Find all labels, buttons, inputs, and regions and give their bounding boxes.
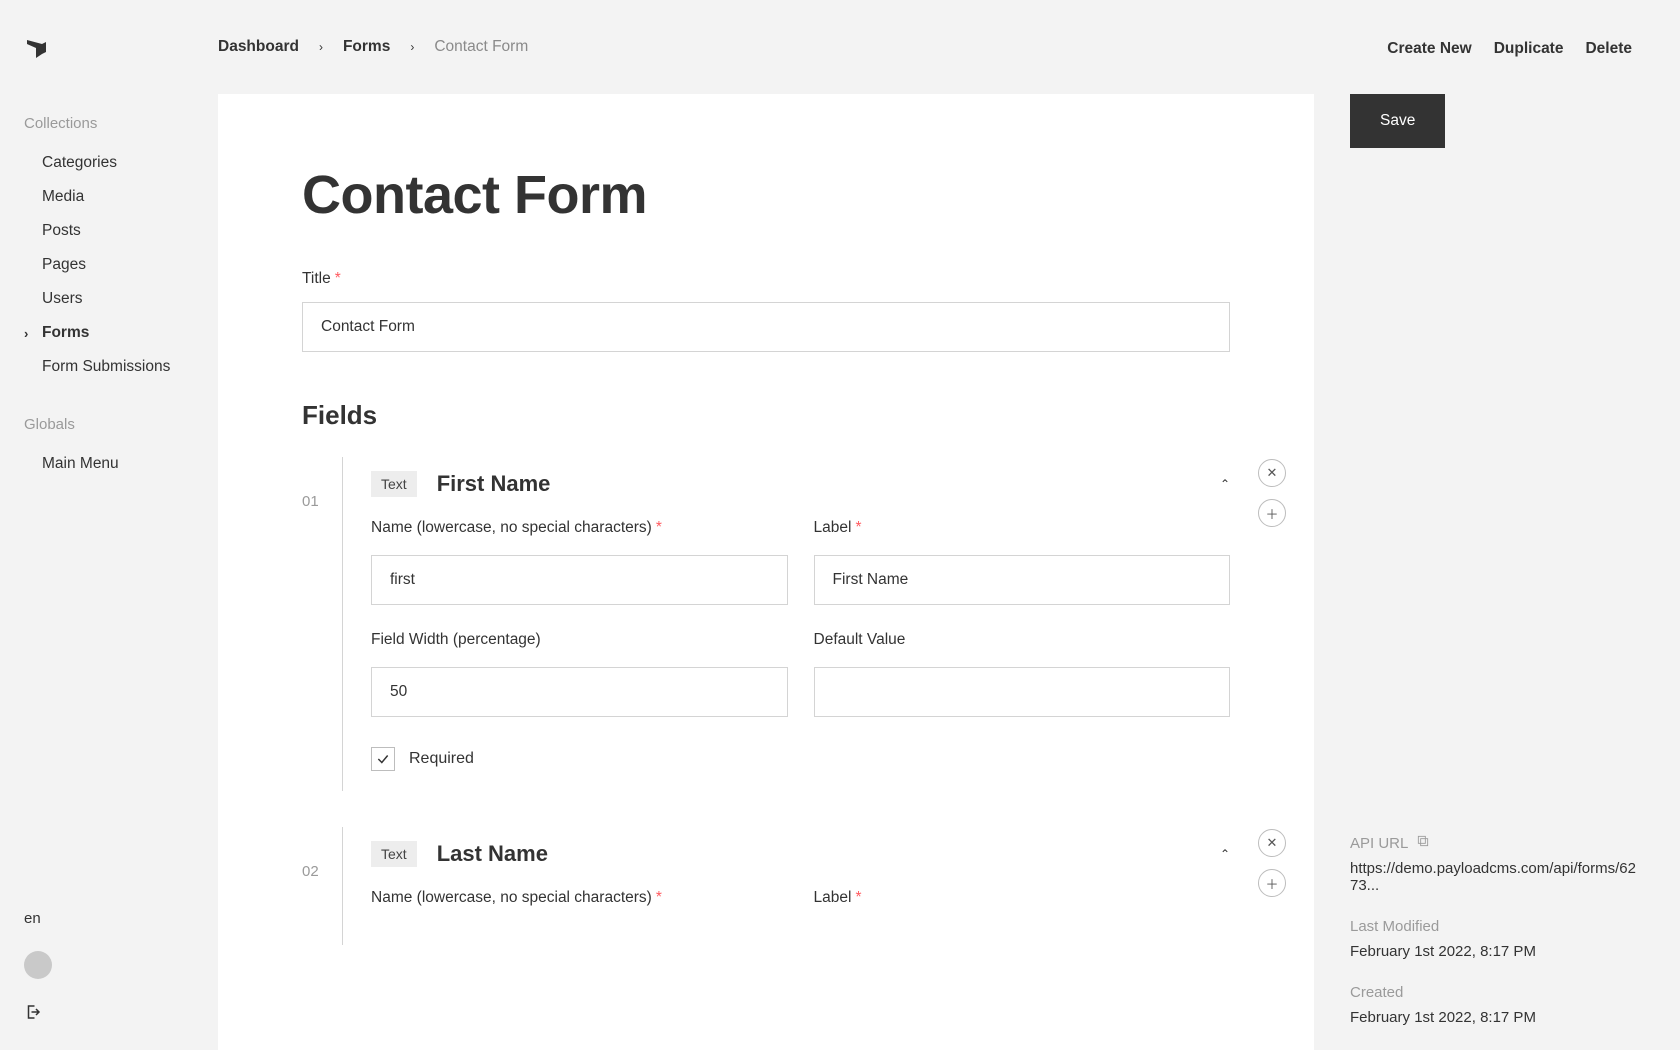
editor-panel: Contact Form Title* Fields 01 ✕ ＋ Text	[218, 94, 1314, 1050]
default-value-input[interactable]	[814, 667, 1231, 717]
sidebar-item-users[interactable]: Users	[24, 282, 194, 316]
sidebar-item-main-menu[interactable]: Main Menu	[24, 447, 194, 481]
breadcrumb-dashboard[interactable]: Dashboard	[218, 38, 299, 56]
field-block-02: 02 ✕ ＋ Text Last Name ⌃	[302, 827, 1230, 945]
block-title: Last Name	[437, 841, 1200, 867]
language-selector[interactable]: en	[24, 910, 194, 927]
api-url-value: https://demo.payloadcms.com/api/forms/62…	[1350, 860, 1644, 894]
name-label: Name (lowercase, no special characters)*	[371, 519, 788, 537]
breadcrumb-current: Contact Form	[434, 38, 528, 56]
breadcrumb-forms[interactable]: Forms	[343, 38, 390, 56]
chevron-right-icon: ›	[24, 326, 38, 341]
label-label: Label*	[814, 519, 1231, 537]
page-title: Contact Form	[302, 164, 1230, 226]
required-checkbox[interactable]	[371, 747, 395, 771]
title-input[interactable]	[302, 302, 1230, 352]
block-type-pill: Text	[371, 471, 417, 497]
label-label: Label*	[814, 889, 1231, 907]
width-label: Field Width (percentage)	[371, 631, 788, 649]
check-icon	[376, 752, 390, 766]
field-block-01: 01 ✕ ＋ Text First Name ⌃	[302, 457, 1230, 791]
collections-heading: Collections	[24, 115, 194, 132]
chevron-right-icon: ›	[410, 40, 414, 54]
required-label: Required	[409, 750, 474, 768]
block-number: 01	[302, 457, 342, 791]
sidebar: Collections Categories Media Posts Pages…	[0, 0, 218, 1050]
sidebar-item-media[interactable]: Media	[24, 180, 194, 214]
sidebar-item-forms[interactable]: ›Forms	[24, 316, 194, 350]
created-value: February 1st 2022, 8:17 PM	[1350, 1009, 1644, 1026]
block-number: 02	[302, 827, 342, 945]
breadcrumb: Dashboard › Forms › Contact Form	[218, 38, 528, 56]
copy-icon[interactable]	[1416, 834, 1430, 852]
fields-heading: Fields	[302, 400, 1230, 431]
block-header[interactable]: Text Last Name ⌃	[371, 841, 1230, 867]
sidebar-item-pages[interactable]: Pages	[24, 248, 194, 282]
block-type-pill: Text	[371, 841, 417, 867]
remove-block-button[interactable]: ✕	[1258, 459, 1286, 487]
globals-heading: Globals	[24, 416, 194, 433]
remove-block-button[interactable]: ✕	[1258, 829, 1286, 857]
name-label: Name (lowercase, no special characters)*	[371, 889, 788, 907]
logout-icon[interactable]	[24, 1003, 194, 1026]
avatar[interactable]	[24, 951, 52, 979]
block-header[interactable]: Text First Name ⌃	[371, 471, 1230, 497]
last-modified-value: February 1st 2022, 8:17 PM	[1350, 943, 1644, 960]
right-rail: Create New Duplicate Delete Save API URL…	[1350, 94, 1680, 1050]
add-block-button[interactable]: ＋	[1258, 499, 1286, 527]
last-modified-label: Last Modified	[1350, 918, 1644, 935]
api-url-label: API URL	[1350, 835, 1408, 852]
block-title: First Name	[437, 471, 1200, 497]
sidebar-item-categories[interactable]: Categories	[24, 146, 194, 180]
title-label: Title*	[302, 270, 1230, 288]
add-block-button[interactable]: ＋	[1258, 869, 1286, 897]
label-input[interactable]	[814, 555, 1231, 605]
save-button[interactable]: Save	[1350, 94, 1445, 148]
default-value-label: Default Value	[814, 631, 1231, 649]
name-input[interactable]	[371, 555, 788, 605]
width-input[interactable]	[371, 667, 788, 717]
created-label: Created	[1350, 984, 1644, 1001]
chevron-up-icon: ⌃	[1220, 477, 1230, 491]
sidebar-item-posts[interactable]: Posts	[24, 214, 194, 248]
chevron-right-icon: ›	[319, 40, 323, 54]
logo-icon[interactable]	[24, 38, 194, 67]
sidebar-item-form-submissions[interactable]: Form Submissions	[24, 350, 194, 384]
chevron-up-icon: ⌃	[1220, 847, 1230, 861]
